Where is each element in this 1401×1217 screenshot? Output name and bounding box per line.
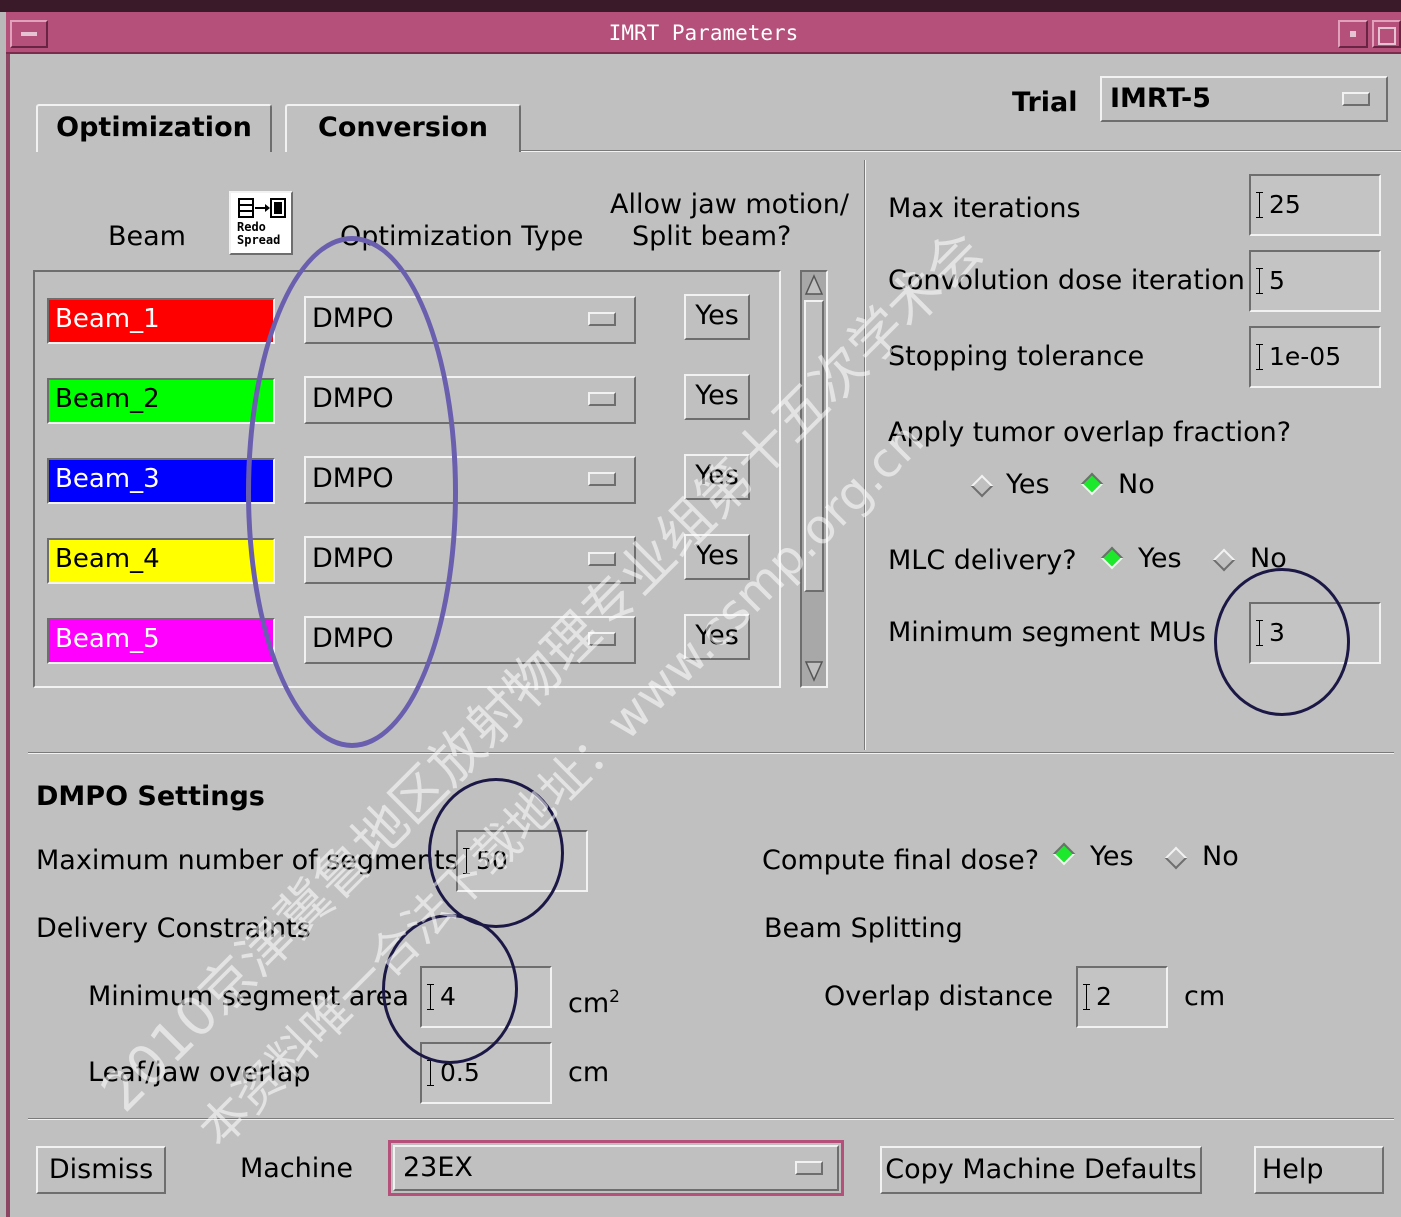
trial-value: IMRT-5 — [1110, 83, 1211, 114]
maximize-button[interactable] — [1372, 20, 1401, 48]
mlc-delivery-label: MLC delivery? — [888, 545, 1077, 576]
minimize-icon — [1350, 31, 1356, 37]
option-menu-icon — [588, 312, 616, 326]
scroll-down-arrow-icon[interactable] — [804, 660, 824, 682]
option-menu-icon — [795, 1161, 823, 1175]
dmpo-settings-heading: DMPO Settings — [36, 781, 265, 812]
option-menu-icon — [588, 472, 616, 486]
beam-splitting-label: Beam Splitting — [764, 913, 963, 944]
area-unit-exponent: 2 — [609, 987, 620, 1007]
jaw-motion-header-line1: Allow jaw motion/ — [610, 189, 850, 220]
option-menu-icon — [1342, 92, 1370, 106]
min-segment-mus-label: Minimum segment MUs — [888, 617, 1206, 648]
stopping-tolerance-label: Stopping tolerance — [888, 341, 1145, 372]
option-menu-icon — [588, 392, 616, 406]
maximize-icon — [1377, 27, 1396, 45]
beam-row-1-name[interactable]: Beam_1 — [47, 298, 275, 344]
overlap-distance-unit: cm — [1184, 981, 1226, 1012]
beam-row-2-name[interactable]: Beam_2 — [47, 378, 275, 424]
help-button[interactable]: Help — [1254, 1146, 1384, 1194]
min-segment-area-unit: cm2 — [568, 980, 620, 1021]
scroll-up-arrow-icon[interactable] — [804, 274, 824, 296]
jaw-motion-header-line2: Split beam? — [632, 221, 792, 252]
machine-select[interactable]: 23EX — [388, 1140, 844, 1196]
redo-spread-button[interactable]: Redo Spread — [229, 191, 293, 255]
window-title: IMRT Parameters — [608, 21, 799, 45]
leaf-jaw-overlap-unit: cm — [568, 1057, 610, 1088]
tumor-overlap-yes-label: Yes — [1006, 469, 1050, 500]
compute-final-dose-no-label: No — [1202, 841, 1239, 872]
convolution-dose-iteration-value: 5 — [1269, 266, 1285, 295]
annotation-circle-min-mus — [1214, 568, 1350, 716]
tab-panel-top-edge — [521, 150, 1401, 152]
beam-row-1-jaw-toggle[interactable]: Yes — [684, 294, 750, 340]
beam-column-header: Beam — [108, 221, 186, 252]
area-unit-text: cm — [568, 988, 610, 1019]
redo-spread-icon — [238, 198, 286, 218]
compute-final-dose-yes-label: Yes — [1090, 841, 1134, 872]
machine-value: 23EX — [403, 1152, 473, 1183]
copy-machine-defaults-button[interactable]: Copy Machine Defaults — [880, 1146, 1202, 1194]
machine-select-inner: 23EX — [393, 1145, 839, 1191]
beam-row-4-name[interactable]: Beam_4 — [47, 538, 275, 584]
trial-select[interactable]: IMRT-5 — [1100, 76, 1388, 122]
tumor-overlap-no-label: No — [1118, 469, 1155, 500]
title-bar[interactable]: IMRT Parameters — [6, 12, 1401, 54]
overlap-distance-field[interactable]: 2 — [1076, 966, 1168, 1028]
dmpo-separator — [28, 752, 1394, 754]
beam-row-3-name[interactable]: Beam_3 — [47, 458, 275, 504]
stopping-tolerance-value: 1e-05 — [1269, 342, 1342, 371]
minimize-button[interactable] — [1338, 20, 1368, 48]
mlc-delivery-yes-label: Yes — [1138, 543, 1182, 574]
overlap-distance-label: Overlap distance — [824, 981, 1054, 1012]
max-iterations-field[interactable]: 25 — [1249, 174, 1381, 236]
annotation-ellipse-opt-type — [246, 236, 458, 748]
beam-row-5-name[interactable]: Beam_5 — [47, 618, 275, 664]
tab-conversion[interactable]: Conversion — [285, 104, 521, 152]
compute-final-dose-label: Compute final dose? — [762, 845, 1040, 876]
tab-optimization[interactable]: Optimization — [36, 104, 272, 152]
tumor-overlap-label: Apply tumor overlap fraction? — [888, 417, 1292, 448]
max-iterations-label: Max iterations — [888, 193, 1081, 224]
trial-label: Trial — [1012, 87, 1078, 118]
machine-label: Machine — [240, 1153, 354, 1184]
convolution-dose-iteration-field[interactable]: 5 — [1249, 250, 1381, 312]
dismiss-button[interactable]: Dismiss — [36, 1146, 166, 1194]
stopping-tolerance-field[interactable]: 1e-05 — [1249, 326, 1381, 388]
background-strip — [0, 0, 1401, 12]
spread-label: Spread — [237, 233, 281, 247]
max-iterations-value: 25 — [1269, 190, 1301, 219]
overlap-distance-value: 2 — [1096, 982, 1112, 1011]
